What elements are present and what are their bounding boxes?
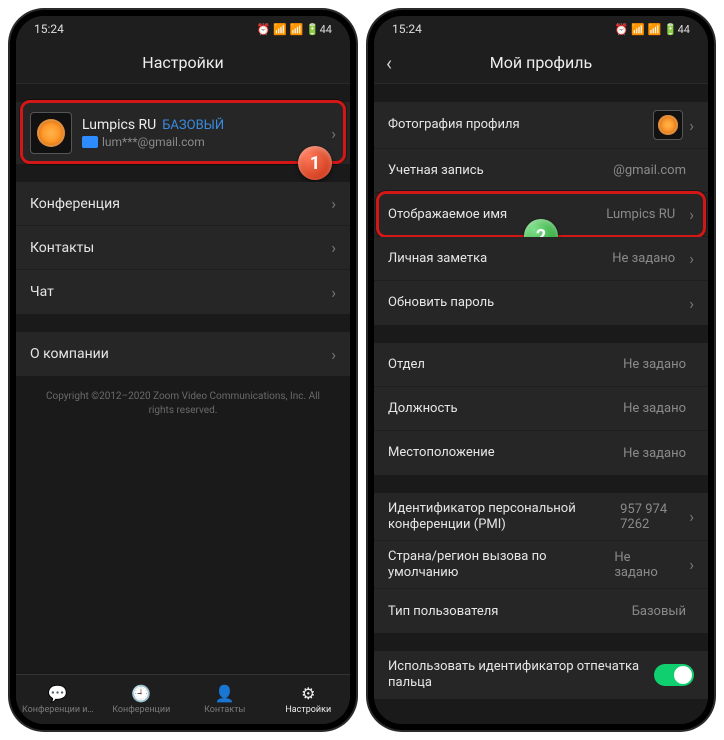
nav-meet-chat[interactable]: 💬 Конференции и… bbox=[16, 675, 100, 724]
row-label: Обновить пароль bbox=[388, 295, 494, 311]
row-value: Не задано bbox=[614, 550, 675, 580]
bottom-nav: 💬 Конференции и… 🕘 Конференции 👤 Контакт… bbox=[16, 674, 350, 724]
status-time: 15:24 bbox=[34, 22, 64, 36]
row-g2-0: Отдел Не задано bbox=[374, 343, 708, 387]
row-label: Фотография профиля bbox=[388, 117, 520, 133]
row-value: 957 974 7262 bbox=[620, 502, 675, 532]
row-label: Тип пользователя bbox=[388, 604, 498, 620]
row-value: Не задано bbox=[623, 446, 686, 461]
gear-icon: ⚙ bbox=[301, 684, 315, 703]
row-label: Контакты bbox=[30, 240, 94, 256]
row-g1-0[interactable]: Фотография профиля › bbox=[374, 102, 708, 149]
profile-plan: БАЗОВЫЙ bbox=[162, 118, 224, 133]
screen-right: 15:24 ⏰ 📶 📶 🔋44 ‹ Мой профиль Фотография… bbox=[374, 16, 708, 724]
nav-settings[interactable]: ⚙ Настройки bbox=[267, 675, 351, 724]
row-label: Должность bbox=[388, 401, 458, 417]
row-label: Учетная запись bbox=[388, 163, 484, 179]
status-bar: 15:24 ⏰ 📶 📶 🔋44 bbox=[16, 16, 350, 42]
row-contacts[interactable]: Контакты › bbox=[16, 226, 350, 270]
chevron-right-icon: › bbox=[689, 294, 694, 313]
page-title: Настройки bbox=[142, 53, 223, 72]
nav-label: Конференции и… bbox=[22, 705, 93, 715]
phone-right: 15:24 ⏰ 📶 📶 🔋44 ‹ Мой профиль Фотография… bbox=[368, 10, 714, 730]
row-value: @gmail.com bbox=[613, 163, 686, 178]
chevron-right-icon: › bbox=[689, 205, 694, 224]
row-about[interactable]: О компании › bbox=[16, 332, 350, 376]
marker-1: 1 bbox=[298, 146, 332, 180]
row-value: Базовый bbox=[632, 604, 686, 619]
screen-left: 15:24 ⏰ 📶 📶 🔋44 Настройки Lumpics RU БАЗ… bbox=[16, 16, 350, 724]
status-icons: ⏰ 📶 📶 🔋44 bbox=[257, 23, 332, 36]
chevron-right-icon: › bbox=[331, 345, 336, 364]
nav-label: Настройки bbox=[285, 705, 331, 715]
row-label: Отдел bbox=[388, 357, 425, 373]
chevron-right-icon: › bbox=[331, 194, 336, 213]
chat-icon: 💬 bbox=[48, 684, 68, 703]
row-chat[interactable]: Чат › bbox=[16, 270, 350, 314]
row-value: Не задано bbox=[612, 251, 675, 266]
row-g3-1[interactable]: Страна/регион вызова по умолчаниюНе зада… bbox=[374, 541, 708, 589]
orange-icon bbox=[658, 115, 678, 135]
row-label: Местоположение bbox=[388, 445, 495, 461]
row-g1-1: Учетная запись @gmail.com bbox=[374, 149, 708, 193]
nav-contacts[interactable]: 👤 Контакты bbox=[183, 675, 267, 724]
chevron-right-icon: › bbox=[331, 124, 336, 143]
row-label: Чат bbox=[30, 284, 54, 300]
row-fingerprint[interactable]: Использовать идентификатор отпечатка пал… bbox=[374, 651, 708, 698]
status-time: 15:24 bbox=[392, 22, 422, 36]
header-left: Настройки bbox=[16, 42, 350, 84]
profile-name: Lumpics RU bbox=[82, 117, 156, 133]
row-label: Использовать идентификатор отпечатка пал… bbox=[388, 659, 654, 690]
phone-left: 15:24 ⏰ 📶 📶 🔋44 Настройки Lumpics RU БАЗ… bbox=[10, 10, 356, 730]
row-label: Страна/регион вызова по умолчанию bbox=[388, 549, 614, 580]
zoom-icon bbox=[82, 136, 98, 148]
chevron-right-icon: › bbox=[689, 249, 694, 268]
chevron-right-icon: › bbox=[689, 507, 694, 526]
row-conference[interactable]: Конференция › bbox=[16, 182, 350, 226]
toggle-fingerprint[interactable] bbox=[654, 664, 694, 686]
chevron-right-icon: › bbox=[331, 238, 336, 257]
row-label: Конференция bbox=[30, 196, 120, 212]
row-value: Не задано bbox=[623, 401, 686, 416]
nav-conferences[interactable]: 🕘 Конференции bbox=[100, 675, 184, 724]
row-label: Личная заметка bbox=[388, 251, 487, 267]
avatar bbox=[653, 110, 683, 140]
content-right: Фотография профиля › Учетная запись @gmail.… bbox=[374, 84, 708, 724]
copyright: Copyright ©2012–2020 Zoom Video Communic… bbox=[16, 376, 350, 432]
row-label: Идентификатор персональной конференции (… bbox=[388, 501, 620, 532]
page-title: Мой профиль bbox=[490, 53, 592, 72]
row-g1-2[interactable]: Отображаемое имяLumpics RU›2 bbox=[374, 193, 708, 237]
chevron-right-icon: › bbox=[689, 555, 694, 574]
chevron-right-icon: › bbox=[689, 116, 694, 135]
status-bar: 15:24 ⏰ 📶 📶 🔋44 bbox=[374, 16, 708, 42]
chevron-right-icon: › bbox=[331, 283, 336, 302]
row-g3-0[interactable]: Идентификатор персональной конференции (… bbox=[374, 493, 708, 541]
clock-icon: 🕘 bbox=[131, 684, 151, 703]
row-label: Отображаемое имя bbox=[388, 207, 507, 223]
orange-icon bbox=[37, 119, 65, 147]
row-value: Не задано bbox=[623, 357, 686, 372]
content-left: Lumpics RU БАЗОВЫЙ lum***@gmail.com › 1 bbox=[16, 84, 350, 674]
row-g2-1: Должность Не задано bbox=[374, 387, 708, 431]
avatar bbox=[30, 112, 72, 154]
nav-label: Контакты bbox=[204, 705, 245, 715]
profile-email: lum***@gmail.com bbox=[102, 135, 205, 149]
row-value: Lumpics RU bbox=[606, 207, 675, 222]
row-label: О компании bbox=[30, 346, 109, 362]
status-icons: ⏰ 📶 📶 🔋44 bbox=[615, 23, 690, 36]
row-g3-2: Тип пользователя Базовый bbox=[374, 589, 708, 633]
header-right: ‹ Мой профиль bbox=[374, 42, 708, 84]
nav-label: Конференции bbox=[112, 705, 170, 715]
row-g1-3[interactable]: Личная заметка Не задано › bbox=[374, 237, 708, 281]
row-g2-2: Местоположение Не задано bbox=[374, 431, 708, 475]
profile-text: Lumpics RU БАЗОВЫЙ lum***@gmail.com bbox=[82, 117, 321, 149]
back-button[interactable]: ‹ bbox=[386, 51, 392, 75]
person-icon: 👤 bbox=[215, 684, 235, 703]
row-g1-4[interactable]: Обновить пароль › bbox=[374, 281, 708, 325]
